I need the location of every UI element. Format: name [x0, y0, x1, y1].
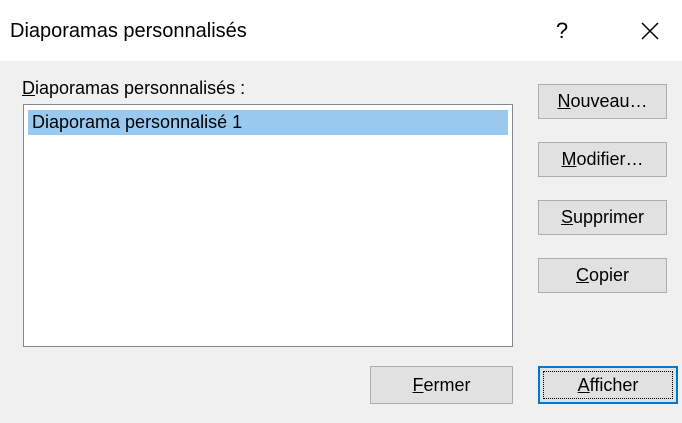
- list-item-custom-show-1[interactable]: Diaporama personnalisé 1: [28, 110, 508, 135]
- new-button-label: Nouveau…: [557, 91, 648, 111]
- close-icon: [641, 22, 659, 40]
- delete-button-label: Supprimer: [560, 207, 645, 227]
- edit-button[interactable]: Modifier…: [538, 142, 667, 177]
- dialog-title: Diaporamas personnalisés: [10, 20, 247, 42]
- help-button[interactable]: ?: [540, 8, 584, 54]
- close-button[interactable]: Fermer: [370, 366, 513, 404]
- close-button-label: Fermer: [412, 374, 471, 395]
- copy-button-label: Copier: [575, 265, 630, 285]
- custom-shows-listbox[interactable]: Diaporama personnalisé 1: [23, 104, 513, 347]
- show-button-label: Afficher: [577, 374, 639, 395]
- question-mark-icon: ?: [555, 18, 569, 43]
- custom-shows-list-label: Diaporamas personnalisés :: [22, 78, 245, 99]
- show-button[interactable]: Afficher: [538, 366, 678, 404]
- edit-button-label: Modifier…: [561, 149, 644, 169]
- new-button[interactable]: Nouveau…: [538, 84, 667, 119]
- label-access-key: D: [22, 78, 35, 98]
- copy-button[interactable]: Copier: [538, 258, 667, 293]
- custom-shows-dialog: Diaporamas personnalisés ? Diaporamas pe…: [0, 0, 682, 423]
- delete-button[interactable]: Supprimer: [538, 200, 667, 235]
- title-bar: Diaporamas personnalisés ?: [0, 0, 682, 61]
- close-window-button[interactable]: [628, 8, 672, 54]
- label-rest: iaporamas personnalisés :: [35, 78, 246, 98]
